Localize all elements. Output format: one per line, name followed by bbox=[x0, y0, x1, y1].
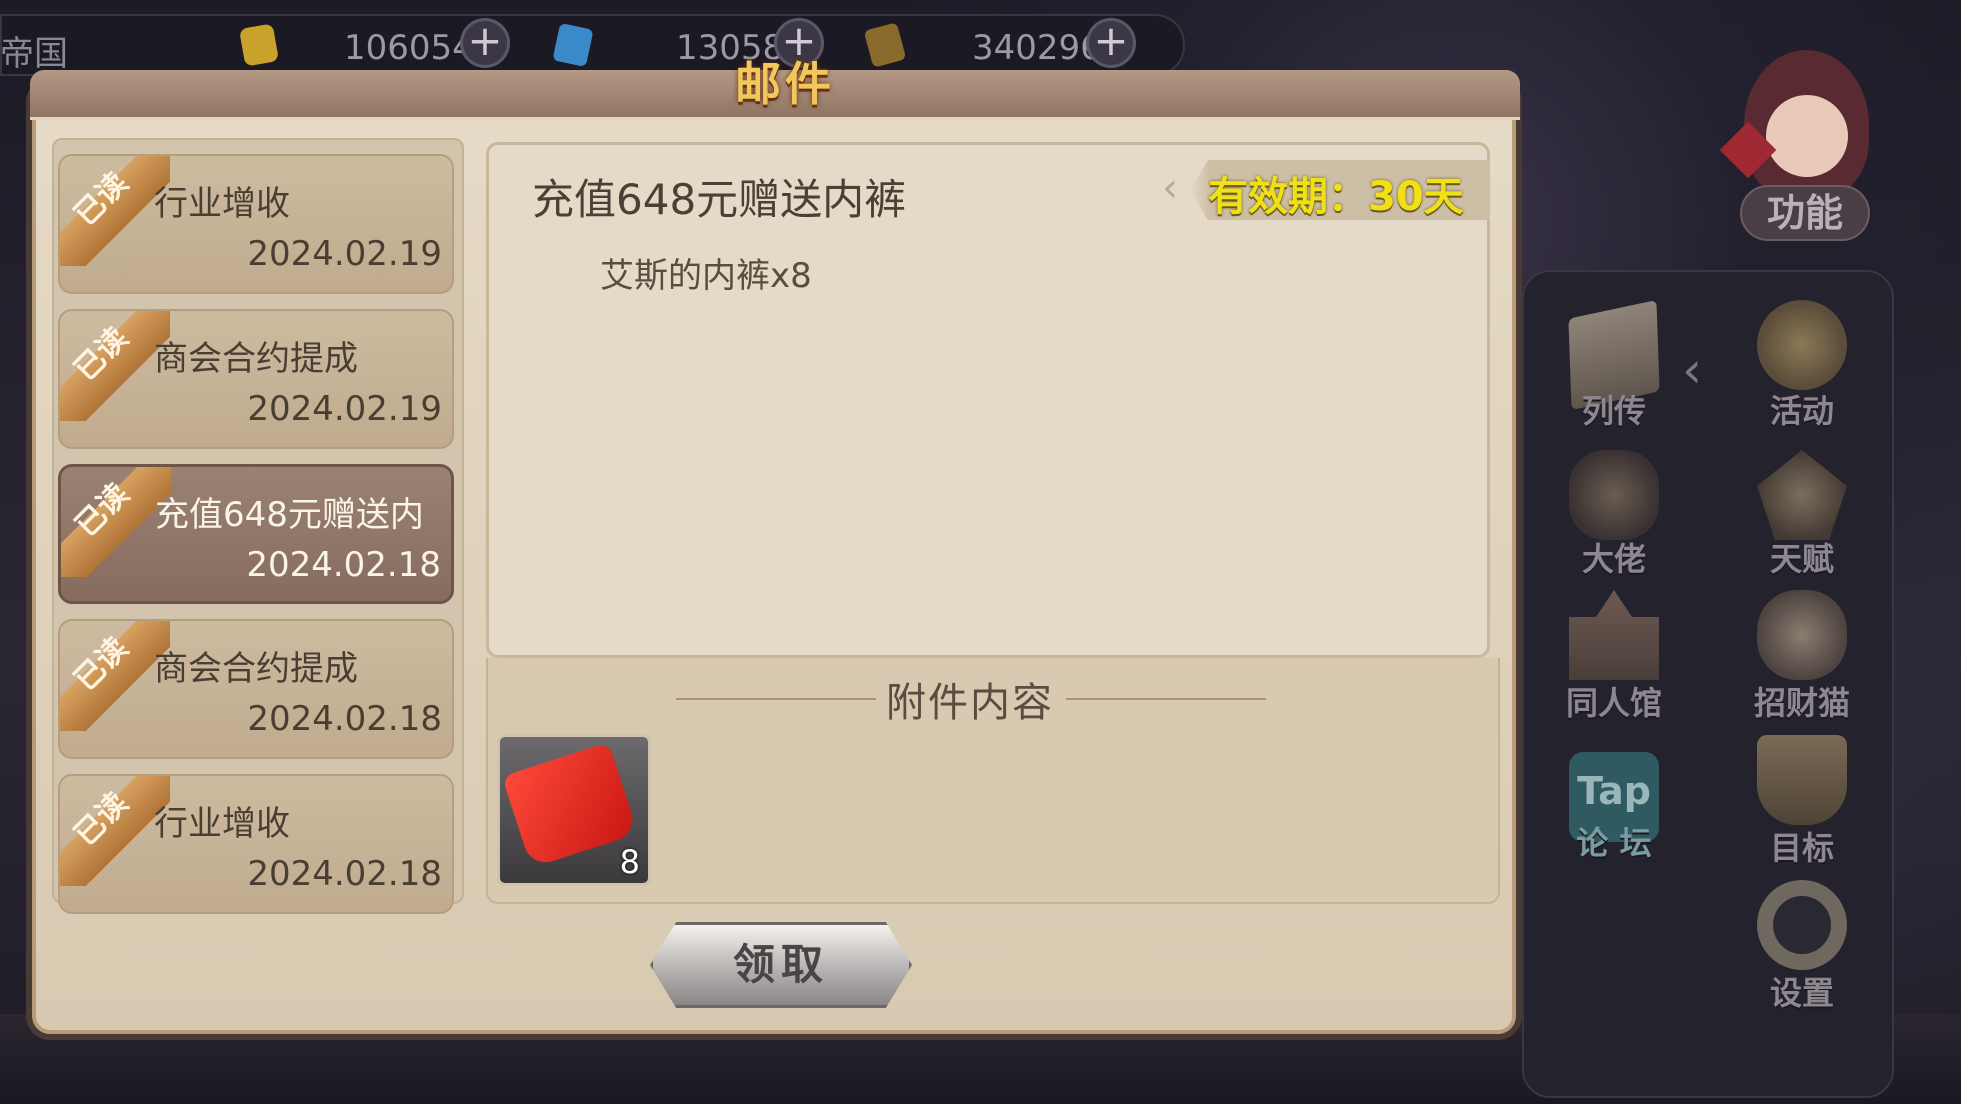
mail-item-date: 2024.02.18 bbox=[247, 854, 442, 894]
avatar-face bbox=[1766, 95, 1848, 177]
menu-item-talent[interactable]: 天赋 bbox=[1732, 450, 1872, 580]
collapse-arrow-icon[interactable]: ‹ bbox=[1682, 345, 1712, 395]
menu-item-fan-hall[interactable]: 同人馆 bbox=[1544, 590, 1684, 722]
mail-item[interactable]: 已读 商会合约提成 2024.02.18 bbox=[58, 619, 454, 759]
target-icon bbox=[1757, 735, 1847, 825]
gear-icon bbox=[1757, 880, 1847, 970]
mail-item-date: 2024.02.18 bbox=[246, 545, 441, 585]
validity-text: 有效期：30天 bbox=[1208, 174, 1464, 220]
menu-item-bigshot[interactable]: 大佬 bbox=[1544, 450, 1684, 580]
mail-item-title: 行业增收 bbox=[154, 184, 290, 224]
talent-icon bbox=[1757, 450, 1847, 540]
crate-icon bbox=[863, 22, 907, 68]
function-button[interactable]: 功能 bbox=[1740, 185, 1870, 241]
mail-item[interactable]: 已读 商会合约提成 2024.02.19 bbox=[58, 309, 454, 449]
resource3: 340296 + bbox=[863, 18, 1156, 68]
resource3-add-button[interactable]: + bbox=[1086, 18, 1136, 68]
gold-value: 106054 bbox=[344, 28, 474, 68]
menu-item-settings[interactable]: 设置 bbox=[1732, 880, 1872, 1012]
ornament-right bbox=[1066, 698, 1266, 700]
mail-item-selected[interactable]: 已读 充值648元赠送内 2024.02.18 bbox=[58, 464, 454, 604]
mail-item-date: 2024.02.19 bbox=[247, 389, 442, 429]
chevron-left-icon: ‹ bbox=[1162, 165, 1178, 211]
attachment-title: 附件内容 bbox=[886, 680, 1054, 726]
mail-item-date: 2024.02.18 bbox=[247, 699, 442, 739]
menu-item-lucky-cat[interactable]: 招财猫 bbox=[1732, 590, 1872, 722]
attachment-item-slot[interactable]: 8 bbox=[497, 734, 651, 886]
bigshot-icon bbox=[1569, 450, 1659, 540]
mail-item-title: 行业增收 bbox=[154, 804, 290, 844]
mail-detail-title: 充值648元赠送内裤 bbox=[532, 175, 907, 224]
castle-icon bbox=[1569, 590, 1659, 680]
menu-item-target[interactable]: 目标 bbox=[1732, 735, 1872, 867]
gold-resource: 106054 + bbox=[238, 18, 518, 68]
mail-item-title: 充值648元赠送内 bbox=[155, 495, 424, 535]
red-underwear-icon bbox=[501, 742, 639, 868]
gold-icon bbox=[238, 23, 280, 67]
mail-body-text: 艾斯的内裤x8 bbox=[600, 256, 812, 296]
menu-item-tap-forum[interactable]: Tap 论 坛 bbox=[1544, 752, 1684, 882]
item-count: 8 bbox=[619, 843, 640, 881]
mail-item[interactable]: 已读 行业增收 2024.02.18 bbox=[58, 774, 454, 914]
star-emblem-icon bbox=[1757, 300, 1847, 390]
dialog-title: 邮件 bbox=[735, 57, 835, 111]
lucky-cat-icon bbox=[1757, 590, 1847, 680]
region-label: 帝国 bbox=[0, 34, 68, 74]
ornament-left bbox=[676, 698, 876, 700]
mail-item-title: 商会合约提成 bbox=[154, 339, 358, 379]
mail-item-title: 商会合约提成 bbox=[154, 649, 358, 689]
mail-item-date: 2024.02.19 bbox=[247, 234, 442, 274]
menu-item-biography[interactable]: 列传 bbox=[1544, 299, 1684, 440]
resource3-value: 340296 bbox=[972, 28, 1102, 68]
claim-button[interactable]: 领取 bbox=[650, 922, 912, 1008]
gold-add-button[interactable]: + bbox=[460, 18, 510, 68]
mail-item[interactable]: 已读 行业增收 2024.02.19 bbox=[58, 154, 454, 294]
menu-item-events[interactable]: 活动 bbox=[1732, 300, 1872, 430]
gem-icon bbox=[552, 22, 594, 68]
